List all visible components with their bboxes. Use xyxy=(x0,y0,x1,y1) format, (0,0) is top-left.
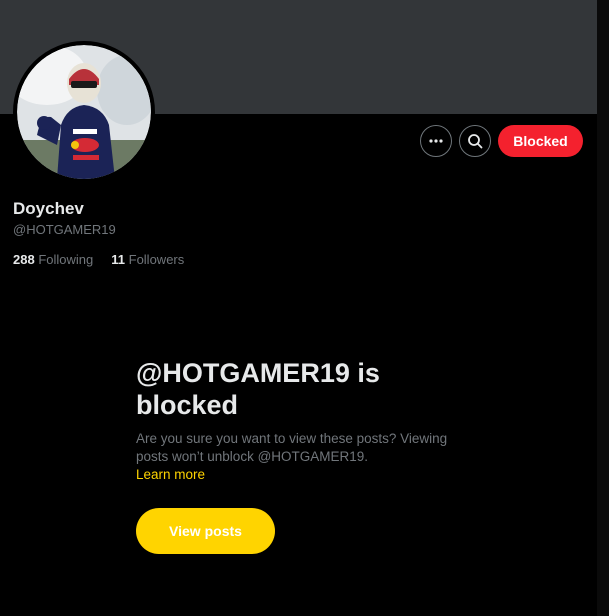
blocked-heading: @HOTGAMER19 is blocked xyxy=(136,358,380,420)
following-label: Following xyxy=(38,252,94,267)
followers-label: Followers xyxy=(128,252,185,267)
blocked-button[interactable]: Blocked xyxy=(498,125,583,157)
user-handle: @HOTGAMER19 xyxy=(13,222,116,237)
following-count: 288 xyxy=(13,252,35,267)
more-options-button[interactable] xyxy=(420,125,452,157)
avatar[interactable] xyxy=(13,41,155,183)
profile-stats: 288 Following 11 Followers xyxy=(13,252,184,267)
view-posts-button[interactable]: View posts xyxy=(136,508,275,554)
search-icon xyxy=(468,134,483,149)
learn-more-link[interactable]: Learn more xyxy=(136,466,466,484)
followers-link[interactable]: 11 Followers xyxy=(111,252,184,267)
search-button[interactable] xyxy=(459,125,491,157)
following-link[interactable]: 288 Following xyxy=(13,252,93,267)
display-name: Doychev xyxy=(13,199,84,218)
blocked-description-block: Are you sure you want to view these post… xyxy=(136,430,466,484)
scrollbar-track[interactable] xyxy=(597,0,609,616)
followers-count: 11 xyxy=(111,252,125,267)
more-horizontal-icon xyxy=(429,139,443,143)
blocked-description: Are you sure you want to view these post… xyxy=(136,431,448,464)
